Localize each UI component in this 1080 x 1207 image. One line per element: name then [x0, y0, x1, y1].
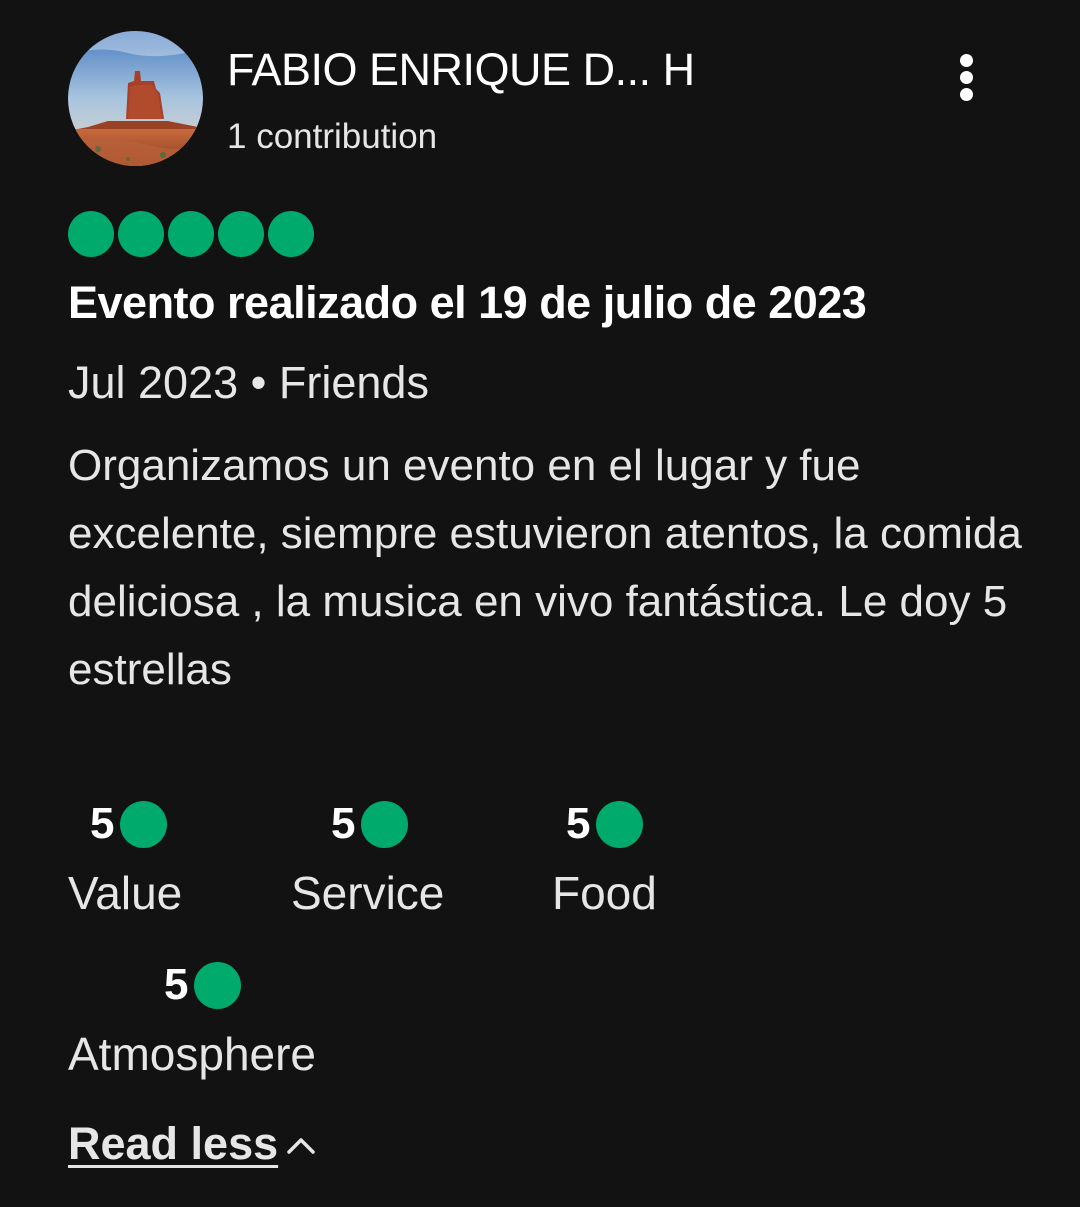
monument-valley-photo-avatar: [68, 31, 203, 166]
sub-rating-score: 5: [90, 799, 115, 848]
sub-rating-service-score: 5: [331, 799, 409, 848]
review-body: Organizamos un evento en el lugar y fue …: [68, 441, 1022, 694]
chevron-up-icon: [287, 1138, 315, 1154]
reviewer-contributions: 1 contribution: [227, 117, 438, 156]
rating-bubble-icon: [361, 800, 409, 848]
reviewer-name[interactable]: FABIO ENRIQUE D... H: [227, 44, 695, 96]
sub-rating-food-score: 5: [566, 799, 644, 848]
rating-bubble-icon: [120, 800, 168, 848]
sub-rating-label: Atmosphere: [68, 1028, 317, 1080]
rating-bubbles: [68, 211, 314, 257]
sub-rating-label: Value: [68, 867, 183, 919]
rating-bubble-icon: [218, 211, 264, 257]
review-title: Evento realizado el 19 de julio de 2023: [68, 277, 867, 328]
rating-bubble-icon: [68, 211, 114, 257]
read-less-link[interactable]: Read less: [68, 1118, 316, 1170]
sub-rating-score: 5: [331, 799, 356, 848]
sub-rating-value-score: 5: [90, 799, 168, 848]
rating-bubble-icon: [168, 211, 214, 257]
sub-rating-label: Food: [552, 867, 657, 919]
sub-rating-label: Service: [291, 867, 445, 919]
read-less-label: Read less: [68, 1118, 279, 1169]
more-vertical-icon: [960, 54, 973, 67]
sub-rating-score: 5: [566, 799, 591, 848]
rating-bubble-icon: [268, 211, 314, 257]
rating-bubble-icon: [596, 800, 644, 848]
rating-bubble-icon: [118, 211, 164, 257]
rating-bubble-icon: [194, 961, 242, 1009]
more-options-button[interactable]: [946, 50, 988, 104]
sub-rating-atmosphere-score: 5: [164, 960, 242, 1009]
reviewer-avatar[interactable]: [68, 31, 203, 166]
review-meta: Jul 2023 • Friends: [68, 357, 429, 408]
sub-rating-score: 5: [164, 960, 189, 1009]
